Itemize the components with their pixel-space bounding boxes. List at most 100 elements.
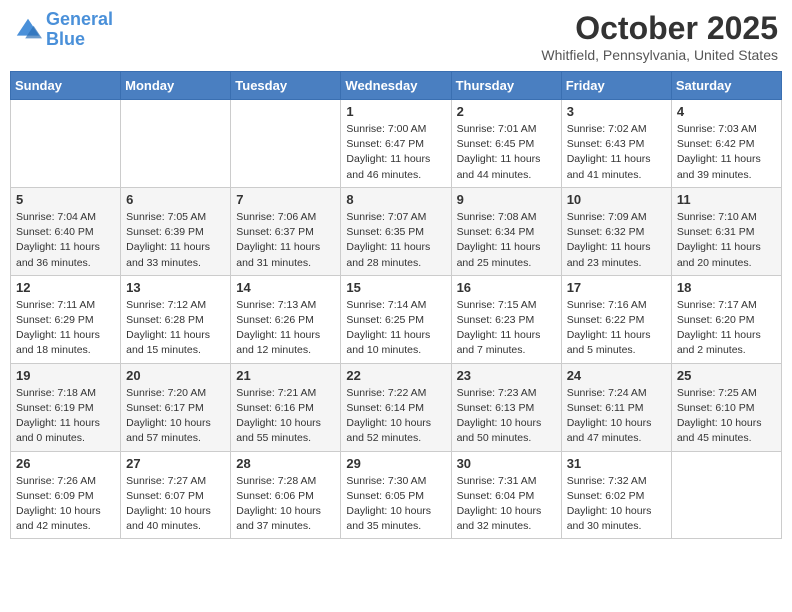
calendar-cell: 5Sunrise: 7:04 AMSunset: 6:40 PMDaylight…	[11, 187, 121, 275]
calendar-cell: 21 Sunrise: 7:21 AMSunset: 6:16 PMDayligh…	[231, 363, 341, 451]
weekday-header-saturday: Saturday	[671, 72, 781, 100]
calendar-cell: 12 Sunrise: 7:11 AMSunset: 6:29 PMDayligh…	[11, 275, 121, 363]
day-info: Sunrise: 7:20 AMSunset: 6:17 PMDaylight:…	[126, 386, 225, 447]
day-number: 4	[677, 104, 776, 119]
day-number: 5	[16, 192, 115, 207]
day-info: Sunrise: 7:21 AMSunset: 6:16 PMDaylight:…	[236, 386, 335, 447]
day-info: Sunrise: 7:15 AMSunset: 6:23 PMDaylight:…	[457, 298, 556, 359]
calendar-cell: 26 Sunrise: 7:26 AMSunset: 6:09 PMDayligh…	[11, 451, 121, 539]
calendar-cell: 16Sunrise: 7:15 AMSunset: 6:23 PMDayligh…	[451, 275, 561, 363]
calendar-cell: 2 Sunrise: 7:01 AMSunset: 6:45 PMDaylight…	[451, 100, 561, 188]
day-info: Sunrise: 7:14 AMSunset: 6:25 PMDaylight:…	[346, 298, 445, 359]
calendar-cell: 11Sunrise: 7:10 AMSunset: 6:31 PMDayligh…	[671, 187, 781, 275]
calendar-cell: 17Sunrise: 7:16 AMSunset: 6:22 PMDayligh…	[561, 275, 671, 363]
calendar-cell: 29Sunrise: 7:30 AMSunset: 6:05 PMDayligh…	[341, 451, 451, 539]
day-info: Sunrise: 7:22 AMSunset: 6:14 PMDaylight:…	[346, 386, 445, 447]
day-info: Sunrise: 7:17 AMSunset: 6:20 PMDaylight:…	[677, 298, 776, 359]
day-number: 26	[16, 456, 115, 471]
day-info: Sunrise: 7:27 AMSunset: 6:07 PMDaylight:…	[126, 474, 225, 535]
logo-text: General Blue	[46, 10, 113, 50]
day-info: Sunrise: 7:00 AMSunset: 6:47 PMDaylight:…	[346, 122, 445, 183]
logo-icon	[14, 16, 42, 44]
day-info: Sunrise: 7:32 AMSunset: 6:02 PMDaylight:…	[567, 474, 666, 535]
calendar-cell: 8 Sunrise: 7:07 AMSunset: 6:35 PMDaylight…	[341, 187, 451, 275]
calendar-cell: 1 Sunrise: 7:00 AMSunset: 6:47 PMDaylight…	[341, 100, 451, 188]
day-number: 17	[567, 280, 666, 295]
calendar-week-5: 26 Sunrise: 7:26 AMSunset: 6:09 PMDayligh…	[11, 451, 782, 539]
logo-line2: Blue	[46, 29, 85, 49]
day-info: Sunrise: 7:01 AMSunset: 6:45 PMDaylight:…	[457, 122, 556, 183]
weekday-header-sunday: Sunday	[11, 72, 121, 100]
day-number: 13	[126, 280, 225, 295]
calendar-cell	[121, 100, 231, 188]
calendar-header-row: SundayMondayTuesdayWednesdayThursdayFrid…	[11, 72, 782, 100]
calendar-cell: 24Sunrise: 7:24 AMSunset: 6:11 PMDayligh…	[561, 363, 671, 451]
day-number: 1	[346, 104, 445, 119]
calendar-week-1: 1 Sunrise: 7:00 AMSunset: 6:47 PMDaylight…	[11, 100, 782, 188]
day-number: 8	[346, 192, 445, 207]
page-header: General Blue October 2025 Whitfield, Pen…	[10, 10, 782, 63]
day-number: 21	[236, 368, 335, 383]
day-info: Sunrise: 7:23 AMSunset: 6:13 PMDaylight:…	[457, 386, 556, 447]
month-title: October 2025	[541, 10, 778, 47]
weekday-header-monday: Monday	[121, 72, 231, 100]
day-number: 18	[677, 280, 776, 295]
calendar-cell	[11, 100, 121, 188]
day-info: Sunrise: 7:13 AMSunset: 6:26 PMDaylight:…	[236, 298, 335, 359]
logo: General Blue	[14, 10, 113, 50]
calendar-cell: 13 Sunrise: 7:12 AMSunset: 6:28 PMDayligh…	[121, 275, 231, 363]
calendar-cell: 18 Sunrise: 7:17 AMSunset: 6:20 PMDayligh…	[671, 275, 781, 363]
weekday-header-tuesday: Tuesday	[231, 72, 341, 100]
calendar-cell: 10Sunrise: 7:09 AMSunset: 6:32 PMDayligh…	[561, 187, 671, 275]
day-info: Sunrise: 7:30 AMSunset: 6:05 PMDaylight:…	[346, 474, 445, 535]
weekday-header-thursday: Thursday	[451, 72, 561, 100]
day-info: Sunrise: 7:25 AMSunset: 6:10 PMDaylight:…	[677, 386, 776, 447]
day-info: Sunrise: 7:02 AMSunset: 6:43 PMDaylight:…	[567, 122, 666, 183]
calendar-cell: 4 Sunrise: 7:03 AMSunset: 6:42 PMDaylight…	[671, 100, 781, 188]
day-number: 3	[567, 104, 666, 119]
day-info: Sunrise: 7:03 AMSunset: 6:42 PMDaylight:…	[677, 122, 776, 183]
calendar-cell: 30 Sunrise: 7:31 AMSunset: 6:04 PMDayligh…	[451, 451, 561, 539]
day-info: Sunrise: 7:31 AMSunset: 6:04 PMDaylight:…	[457, 474, 556, 535]
day-number: 25	[677, 368, 776, 383]
calendar-week-2: 5Sunrise: 7:04 AMSunset: 6:40 PMDaylight…	[11, 187, 782, 275]
day-number: 12	[16, 280, 115, 295]
day-info: Sunrise: 7:26 AMSunset: 6:09 PMDaylight:…	[16, 474, 115, 535]
day-info: Sunrise: 7:12 AMSunset: 6:28 PMDaylight:…	[126, 298, 225, 359]
calendar-cell: 28Sunrise: 7:28 AMSunset: 6:06 PMDayligh…	[231, 451, 341, 539]
calendar-table: SundayMondayTuesdayWednesdayThursdayFrid…	[10, 71, 782, 539]
day-info: Sunrise: 7:07 AMSunset: 6:35 PMDaylight:…	[346, 210, 445, 271]
day-number: 31	[567, 456, 666, 471]
calendar-cell: 15 Sunrise: 7:14 AMSunset: 6:25 PMDayligh…	[341, 275, 451, 363]
calendar-week-4: 19 Sunrise: 7:18 AMSunset: 6:19 PMDayligh…	[11, 363, 782, 451]
day-number: 6	[126, 192, 225, 207]
day-number: 7	[236, 192, 335, 207]
day-number: 27	[126, 456, 225, 471]
title-section: October 2025 Whitfield, Pennsylvania, Un…	[541, 10, 778, 63]
day-number: 23	[457, 368, 556, 383]
day-info: Sunrise: 7:05 AMSunset: 6:39 PMDaylight:…	[126, 210, 225, 271]
calendar-cell: 14Sunrise: 7:13 AMSunset: 6:26 PMDayligh…	[231, 275, 341, 363]
day-info: Sunrise: 7:11 AMSunset: 6:29 PMDaylight:…	[16, 298, 115, 359]
day-info: Sunrise: 7:08 AMSunset: 6:34 PMDaylight:…	[457, 210, 556, 271]
day-info: Sunrise: 7:18 AMSunset: 6:19 PMDaylight:…	[16, 386, 115, 447]
calendar-cell: 7 Sunrise: 7:06 AMSunset: 6:37 PMDaylight…	[231, 187, 341, 275]
day-number: 20	[126, 368, 225, 383]
day-number: 28	[236, 456, 335, 471]
calendar-cell: 3 Sunrise: 7:02 AMSunset: 6:43 PMDaylight…	[561, 100, 671, 188]
calendar-cell: 9Sunrise: 7:08 AMSunset: 6:34 PMDaylight…	[451, 187, 561, 275]
day-info: Sunrise: 7:09 AMSunset: 6:32 PMDaylight:…	[567, 210, 666, 271]
day-number: 30	[457, 456, 556, 471]
day-number: 22	[346, 368, 445, 383]
calendar-cell	[671, 451, 781, 539]
day-number: 2	[457, 104, 556, 119]
day-number: 15	[346, 280, 445, 295]
weekday-header-friday: Friday	[561, 72, 671, 100]
day-number: 24	[567, 368, 666, 383]
day-info: Sunrise: 7:06 AMSunset: 6:37 PMDaylight:…	[236, 210, 335, 271]
calendar-cell: 22 Sunrise: 7:22 AMSunset: 6:14 PMDayligh…	[341, 363, 451, 451]
calendar-cell: 6 Sunrise: 7:05 AMSunset: 6:39 PMDaylight…	[121, 187, 231, 275]
calendar-week-3: 12 Sunrise: 7:11 AMSunset: 6:29 PMDayligh…	[11, 275, 782, 363]
day-number: 19	[16, 368, 115, 383]
calendar-cell	[231, 100, 341, 188]
